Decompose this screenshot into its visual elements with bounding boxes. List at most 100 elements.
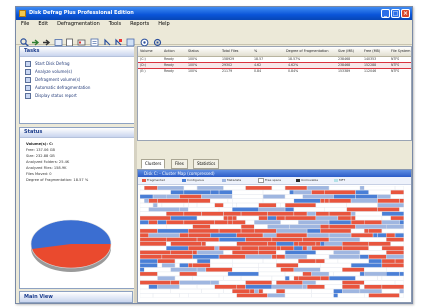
cluster-block bbox=[197, 284, 215, 289]
col-free[interactable]: Free (MB) bbox=[364, 47, 380, 56]
menu-file[interactable]: File bbox=[21, 20, 29, 29]
menu-defragmentation[interactable]: Defragmentation bbox=[57, 20, 100, 29]
cluster-block bbox=[351, 220, 365, 225]
cluster-block bbox=[351, 233, 373, 238]
volume-row[interactable]: (E:) Ready 100% 21179 0.84 0.84% 153389 … bbox=[138, 69, 411, 74]
report-icon[interactable] bbox=[90, 32, 99, 47]
cluster-block bbox=[223, 250, 233, 255]
cluster-block bbox=[386, 233, 395, 238]
cluster-block bbox=[140, 280, 171, 285]
col-file-system[interactable]: File System bbox=[391, 47, 410, 56]
cluster-block bbox=[377, 198, 400, 203]
task-automatic[interactable]: Automatic defragmentation bbox=[20, 84, 134, 92]
cluster-block bbox=[153, 194, 167, 199]
status-panel-header[interactable]: Status bbox=[20, 128, 134, 138]
cluster-block bbox=[285, 250, 316, 255]
cluster-block bbox=[254, 228, 277, 234]
cluster-block bbox=[258, 263, 277, 268]
cluster-block bbox=[307, 228, 321, 234]
cluster-block bbox=[192, 263, 211, 268]
cluster-block bbox=[140, 276, 158, 281]
cluster-block bbox=[399, 289, 404, 294]
cluster-block bbox=[329, 224, 356, 229]
cluster-block bbox=[302, 237, 330, 242]
volume-row[interactable]: (C:) Ready 100% 158929 18.57 18.57% 2384… bbox=[138, 57, 411, 62]
properties-icon[interactable] bbox=[65, 32, 74, 47]
cluster-block bbox=[258, 267, 281, 272]
col-total-files[interactable]: Total Files bbox=[222, 47, 238, 56]
cluster-block bbox=[395, 258, 404, 264]
help-icon[interactable] bbox=[126, 32, 135, 47]
menu-reports[interactable]: Reports bbox=[130, 20, 149, 29]
menu-tools[interactable]: Tools bbox=[109, 20, 121, 29]
cluster-block bbox=[258, 203, 277, 208]
cluster-block bbox=[140, 220, 149, 225]
cluster-block bbox=[285, 276, 290, 281]
cluster-block bbox=[153, 293, 180, 298]
analyze-icon[interactable] bbox=[20, 32, 29, 47]
chart-icon[interactable] bbox=[114, 32, 123, 46]
cluster-block bbox=[368, 293, 400, 298]
tab-statistics[interactable]: Statistics bbox=[193, 159, 220, 169]
cluster-block bbox=[386, 250, 404, 255]
cluster-block bbox=[241, 224, 255, 229]
cluster-block bbox=[298, 241, 316, 246]
cell-total-files: 21179 bbox=[222, 69, 233, 73]
cluster-block bbox=[263, 194, 285, 199]
col-status[interactable]: Status bbox=[188, 47, 199, 56]
maximize-button[interactable]: □ bbox=[391, 9, 400, 18]
cell-total-files: 158929 bbox=[222, 57, 235, 61]
cluster-block bbox=[223, 203, 233, 208]
menu-help[interactable]: Help bbox=[158, 20, 169, 29]
close-button[interactable]: × bbox=[401, 9, 410, 18]
cluster-block bbox=[320, 228, 351, 234]
cluster-block bbox=[179, 284, 197, 289]
tab-files[interactable]: Files bbox=[171, 159, 188, 169]
cluster-block bbox=[210, 263, 233, 268]
cluster-block bbox=[140, 211, 167, 216]
cluster-block bbox=[175, 276, 193, 281]
cluster-block bbox=[390, 190, 404, 195]
title-bar[interactable]: Disk Defrag Plus Professional Edition _ … bbox=[16, 7, 412, 20]
stop-icon[interactable] bbox=[42, 32, 51, 46]
task-analyze[interactable]: Analyze volume(s) bbox=[20, 68, 134, 76]
cluster-block bbox=[359, 289, 382, 294]
task-defragment[interactable]: Defragment volume(s) bbox=[20, 76, 134, 84]
cluster-block bbox=[236, 216, 259, 221]
col-fragmentation[interactable]: Degree of Fragmentation bbox=[286, 47, 329, 56]
cluster-block bbox=[157, 271, 180, 277]
cluster-block bbox=[386, 237, 404, 242]
menu-edit[interactable]: Edit bbox=[38, 20, 48, 29]
cluster-block bbox=[351, 263, 382, 268]
cluster-block bbox=[148, 207, 180, 212]
defrag-icon[interactable] bbox=[31, 32, 40, 46]
cluster-map-grid[interactable] bbox=[140, 186, 410, 302]
task-start-defrag[interactable]: Start Disk Defrag bbox=[20, 60, 134, 68]
cell-size: 238468 bbox=[338, 63, 351, 67]
cell-total-files: 29302 bbox=[222, 63, 233, 67]
cluster-block bbox=[245, 186, 272, 191]
col-action[interactable]: Action bbox=[164, 47, 175, 56]
minimize-button[interactable]: _ bbox=[381, 9, 390, 18]
col-percent[interactable]: % bbox=[254, 47, 257, 56]
cluster-block bbox=[293, 211, 307, 216]
cluster-block bbox=[377, 276, 382, 281]
cluster-block bbox=[263, 198, 294, 203]
main-view-panel[interactable]: Main View bbox=[19, 291, 133, 303]
tasks-panel-header[interactable]: Tasks bbox=[20, 47, 134, 57]
col-size[interactable]: Size (MB) bbox=[338, 47, 354, 56]
volume-row-selected[interactable]: (D:) Ready 100% 29302 4.62 4.62% 238468 … bbox=[138, 62, 411, 69]
cluster-block bbox=[254, 224, 268, 229]
settings-icon[interactable] bbox=[77, 32, 86, 46]
list-icon[interactable] bbox=[103, 32, 112, 46]
refresh-icon[interactable] bbox=[153, 32, 162, 47]
col-volume[interactable]: Volume bbox=[140, 47, 153, 56]
schedule-icon[interactable] bbox=[54, 32, 63, 46]
cluster-block bbox=[140, 194, 153, 199]
cluster-block bbox=[311, 246, 343, 251]
cluster-block bbox=[245, 254, 272, 259]
tab-clusters[interactable]: Clusters bbox=[141, 159, 166, 169]
about-icon[interactable] bbox=[140, 32, 149, 47]
cluster-block bbox=[276, 280, 303, 285]
task-report[interactable]: Display status report bbox=[20, 92, 134, 100]
